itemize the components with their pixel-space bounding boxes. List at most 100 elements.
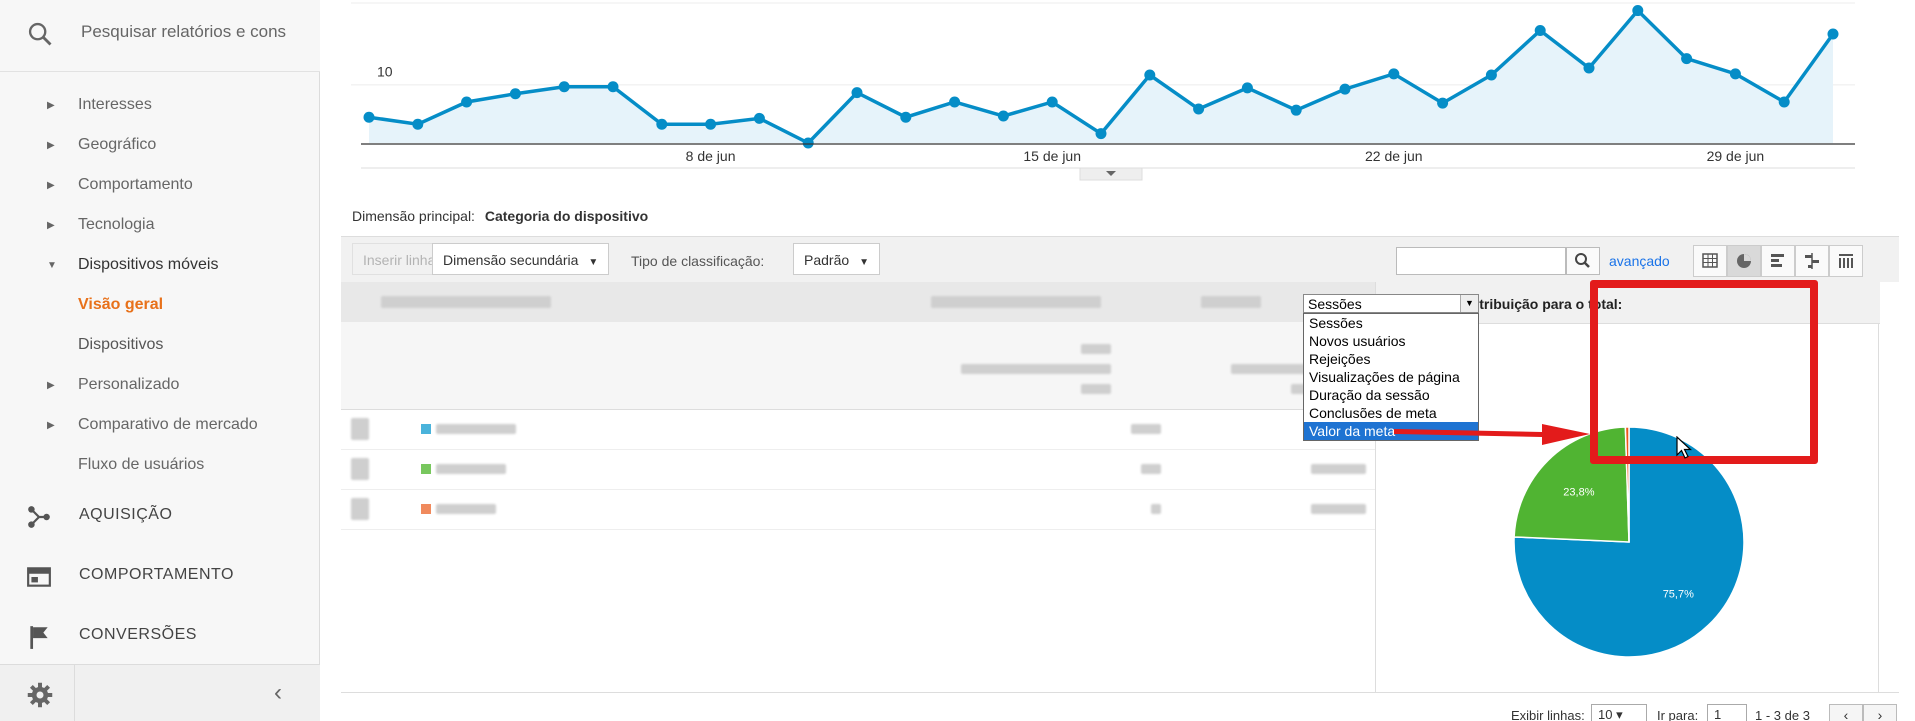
- blurred-cell: [436, 504, 496, 514]
- pie-view-icon[interactable]: [1727, 245, 1761, 277]
- pivot-view-icon[interactable]: [1829, 245, 1863, 277]
- primary-dimension-label: Dimensão principal:: [352, 208, 475, 224]
- section-label: COMPORTAMENTO: [79, 566, 234, 583]
- sort-type-label: Tipo de classificação:: [631, 253, 765, 269]
- search-placeholder: Pesquisar relatórios e cons: [81, 22, 287, 41]
- table-toolbar: Inserir linhas Dimensão secundária ▼ Tipo…: [341, 236, 1899, 282]
- data-point: [997, 110, 1009, 122]
- rows-label: Exibir linhas:: [1511, 708, 1585, 721]
- metric-option-novos-usuarios[interactable]: Novos usuários: [1304, 332, 1478, 350]
- data-point: [1046, 96, 1058, 108]
- sidebar-item-personalizado[interactable]: ▶ Personalizado: [0, 366, 320, 406]
- goto-input[interactable]: 1: [1707, 704, 1747, 721]
- caret-down-icon: ▼: [47, 260, 57, 271]
- data-point: [1827, 28, 1839, 40]
- blurred-header: [381, 296, 551, 308]
- sidebar-item-label: Fluxo de usuários: [78, 456, 205, 473]
- blurred-total: [1081, 344, 1111, 354]
- sidebar-item-label: Geográfico: [78, 136, 157, 153]
- table-view-icon[interactable]: [1693, 245, 1727, 277]
- report-search[interactable]: Pesquisar relatórios e cons: [0, 0, 320, 72]
- behavior-icon: [27, 567, 51, 587]
- caret-right-icon: ▶: [47, 420, 55, 431]
- blurred-total: [1081, 384, 1111, 394]
- pie-slice-label: 23,8%: [1563, 486, 1594, 498]
- sidebar-section-aquisicao[interactable]: AQUISIÇÃO: [0, 488, 320, 544]
- rows-value: 10: [1598, 707, 1613, 721]
- blurred-cell: [1311, 464, 1366, 474]
- primary-dimension-value[interactable]: Categoria do dispositivo: [485, 208, 648, 224]
- sidebar-section-comportamento[interactable]: COMPORTAMENTO: [0, 548, 320, 604]
- divider: [74, 665, 75, 721]
- sidebar-item-geografico[interactable]: ▶ Geográfico: [0, 126, 320, 166]
- data-point: [1778, 96, 1790, 108]
- advanced-link[interactable]: avançado: [1609, 253, 1670, 269]
- next-page-button[interactable]: ›: [1863, 704, 1897, 721]
- acquisition-icon: [28, 506, 50, 528]
- blurred-cell: [1151, 504, 1161, 514]
- data-point: [656, 118, 668, 130]
- primary-dimension: Dimensão principal: Categoria do disposi…: [352, 208, 648, 224]
- blurred-cell: [436, 424, 516, 434]
- gear-icon[interactable]: [26, 681, 54, 709]
- data-point: [705, 118, 717, 130]
- section-label: AQUISIÇÃO: [79, 506, 173, 523]
- goto-label: Ir para:: [1657, 708, 1699, 721]
- metric-option-duracao[interactable]: Duração da sessão: [1304, 386, 1478, 404]
- data-point: [1290, 104, 1302, 116]
- data-point: [1681, 53, 1693, 65]
- pagination-bar: Exibir linhas: 10 ▾ Ir para: 1 1 - 3 de …: [341, 692, 1899, 721]
- sidebar-section-conversoes[interactable]: CONVERSÕES: [0, 608, 320, 664]
- mouse-cursor-icon: [1676, 436, 1692, 459]
- pie-slice-label: 75,7%: [1663, 589, 1694, 601]
- data-point: [558, 81, 570, 93]
- metric-select[interactable]: Sessões ▼: [1303, 294, 1479, 313]
- sidebar-item-interesses[interactable]: ▶ Interesses: [0, 86, 320, 126]
- row-checkbox: [351, 458, 369, 480]
- performance-view-icon[interactable]: [1761, 245, 1795, 277]
- chevron-down-icon: ▼: [588, 257, 599, 268]
- sidebar-item-label: Visão geral: [78, 296, 164, 313]
- sidebar-item-dispositivos[interactable]: Dispositivos: [0, 326, 320, 366]
- prev-page-button[interactable]: ‹: [1829, 704, 1863, 721]
- series-area: [369, 10, 1833, 144]
- sidebar-item-comportamento[interactable]: ▶ Comportamento: [0, 166, 320, 206]
- secondary-dimension-dropdown[interactable]: Dimensão secundária ▼: [432, 243, 610, 275]
- sidebar-item-tecnologia[interactable]: ▶ Tecnologia: [0, 206, 320, 246]
- sidebar-item-dispositivos-moveis[interactable]: ▼ Dispositivos móveis: [0, 246, 320, 286]
- table-row[interactable]: [341, 450, 1375, 490]
- caret-right-icon: ▶: [47, 180, 55, 191]
- table-header: [341, 282, 1375, 322]
- search-icon: [28, 22, 52, 46]
- data-point: [1339, 83, 1351, 95]
- sidebar-item-comparativo[interactable]: ▶ Comparativo de mercado: [0, 406, 320, 446]
- data-point: [363, 111, 375, 123]
- sort-type-dropdown[interactable]: Padrão ▼: [793, 243, 881, 275]
- data-point: [607, 81, 619, 93]
- sidebar-item-label: Interesses: [78, 96, 152, 113]
- data-point: [1144, 69, 1156, 81]
- collapse-sidebar-icon[interactable]: ‹: [274, 679, 282, 707]
- flag-icon: [30, 626, 48, 649]
- sidebar-item-fluxo[interactable]: Fluxo de usuários: [0, 446, 320, 486]
- table-row[interactable]: [341, 410, 1375, 450]
- blurred-total: [961, 364, 1111, 374]
- comparison-view-icon[interactable]: [1795, 245, 1829, 277]
- table-search-input[interactable]: [1396, 247, 1566, 275]
- sidebar-item-visao-geral[interactable]: Visão geral: [0, 286, 320, 326]
- sidebar-item-label: Dispositivos: [78, 336, 164, 353]
- sidebar-item-label: Personalizado: [78, 376, 180, 393]
- rows-select[interactable]: 10 ▾: [1591, 704, 1647, 721]
- metric-option-visualizacoes[interactable]: Visualizações de página: [1304, 368, 1478, 386]
- data-point: [1095, 128, 1107, 140]
- metric-option-sessoes[interactable]: Sessões: [1304, 314, 1478, 332]
- secondary-dimension-label: Dimensão secundária: [443, 252, 579, 268]
- table-row[interactable]: [341, 490, 1375, 530]
- y-tick-label: 10: [377, 63, 393, 79]
- table-search-button[interactable]: [1566, 247, 1600, 275]
- sidebar-item-label: Comportamento: [78, 176, 193, 193]
- data-point: [1729, 68, 1741, 80]
- blurred-header: [1201, 296, 1261, 308]
- blurred-cell: [1131, 424, 1161, 434]
- metric-option-rejeicoes[interactable]: Rejeições: [1304, 350, 1478, 368]
